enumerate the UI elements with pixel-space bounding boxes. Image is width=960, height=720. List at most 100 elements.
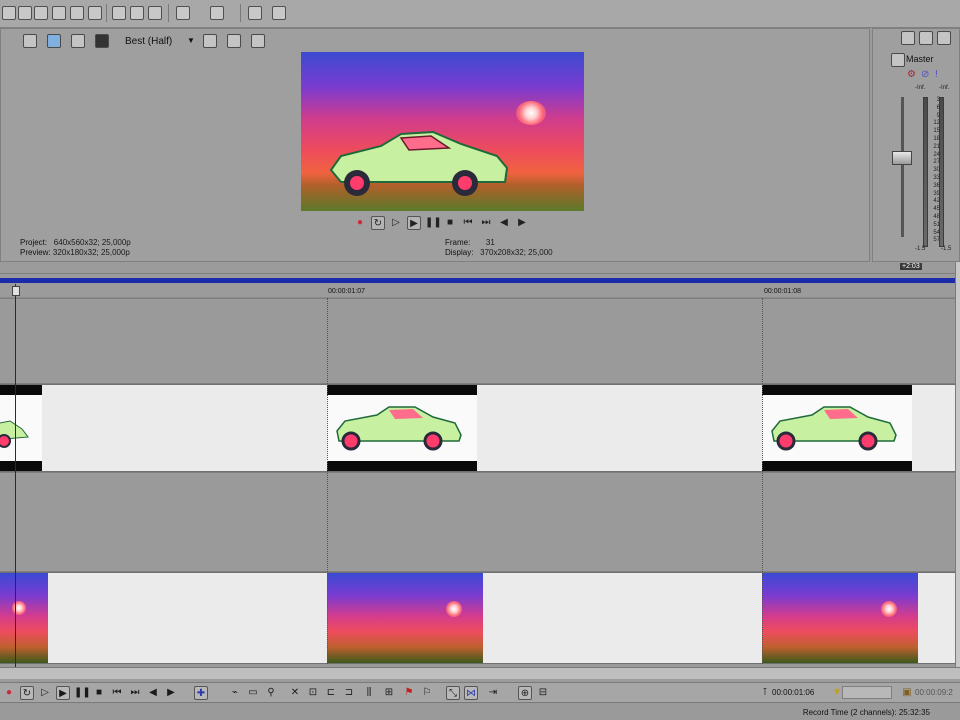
playhead-handle[interactable] [12,286,20,296]
vertical-scrollbar[interactable] [955,262,960,672]
record-icon[interactable]: ● [353,216,367,230]
loop-icon[interactable]: ↻ [371,216,385,230]
timecode-badge: +2:03 [900,263,922,270]
delete-icon[interactable]: ✕ [288,686,302,700]
redo-icon[interactable] [210,6,224,20]
go-to-end-icon[interactable]: ⏭ [479,216,493,230]
stop-icon[interactable]: ■ [92,686,106,700]
envelope-tool-icon[interactable]: ⌁ [228,686,242,700]
auto-crossfade-icon[interactable]: ⋈ [464,686,478,700]
pause-icon[interactable]: ❚❚ [425,216,442,230]
clip-thumbnail[interactable] [762,573,918,663]
meter-scale-label: 18 [933,135,940,142]
empty-track[interactable] [0,472,955,572]
clip-thumbnail[interactable] [762,385,912,471]
help-icon[interactable] [272,6,286,20]
mute-icon[interactable]: ⊘ [921,69,929,80]
meter-scale-label: 24 [933,151,940,158]
enable-snapping-icon[interactable] [248,6,262,20]
master-fader[interactable] [892,151,912,165]
project-info: Project: 640x560x32; 25,000p Preview: 32… [20,238,131,257]
solo-icon[interactable]: ! [935,69,938,80]
next-frame-icon[interactable]: ▶ [164,686,178,700]
render-icon[interactable] [70,6,84,20]
stop-icon[interactable]: ■ [443,216,457,230]
time-ruler[interactable]: 00:00:01:07 00:00:01:08 [0,284,955,298]
preview-quality-select[interactable]: Best (Half) [125,36,172,47]
clip-thumbnail[interactable] [327,573,483,663]
playhead-cursor[interactable] [15,284,16,672]
meter-scale-label: 39 [933,190,940,197]
trim-start-icon[interactable]: ⊏ [324,686,338,700]
meter-scale-label: 3 [936,97,940,103]
empty-track[interactable] [0,298,955,384]
video-track-sky[interactable] [0,572,955,664]
video-track-car[interactable] [0,384,955,472]
record-icon[interactable]: ● [2,686,16,700]
master-icon [891,53,905,67]
marker-icon[interactable]: ⚑ [402,686,416,700]
selection-tool-icon[interactable]: ▭ [246,686,260,700]
meter-scale-label: 51 [933,221,940,228]
split-icon[interactable]: ⫼ [362,686,376,700]
meter-scale-label: 36 [933,182,940,189]
cursor-time[interactable]: 00:00:01:06 [772,688,814,697]
mixer-insert-icon[interactable] [937,31,951,45]
end-time[interactable]: 00:00:09:2 [915,688,953,697]
external-monitor-icon[interactable] [47,34,61,48]
open-folder-icon[interactable] [18,6,32,20]
copy-icon[interactable] [130,6,144,20]
selection-length-field[interactable] [842,686,892,699]
cut-icon[interactable] [112,6,126,20]
loop-region-bar[interactable] [0,278,955,283]
play-from-start-icon[interactable]: ▷ [389,216,403,230]
preview-properties-icon[interactable] [23,34,37,48]
normal-edit-tool-icon[interactable]: ✚ [194,686,208,700]
fx-icon[interactable]: ⚙ [907,69,916,80]
loop-icon[interactable]: ↻ [20,686,34,700]
meter-scale-label: 45 [933,206,940,213]
pause-icon[interactable]: ❚❚ [74,686,91,700]
ignore-grouping-icon[interactable]: ⤡ [446,686,460,700]
split-screen-icon[interactable] [71,34,85,48]
mixer-view-icon[interactable] [919,31,933,45]
undo-icon[interactable] [176,6,190,20]
save-snapshot-icon[interactable] [251,34,265,48]
next-frame-icon[interactable]: ▶ [515,216,529,230]
trim-end-icon[interactable]: ⊐ [342,686,356,700]
go-to-end-icon[interactable]: ⏭ [128,686,142,700]
zoom-tool-icon[interactable]: ⚲ [264,686,278,700]
play-from-start-icon[interactable]: ▷ [38,686,52,700]
properties-icon[interactable] [88,6,102,20]
region-icon[interactable]: ⚐ [420,686,434,700]
clip-thumbnail[interactable] [0,385,42,471]
auto-ripple-icon[interactable]: ⇥ [486,686,500,700]
ruler-label: 00:00:01:08 [764,288,801,295]
lock-envelopes-icon[interactable]: ⊕ [518,686,532,700]
previous-frame-icon[interactable]: ◀ [497,216,511,230]
go-to-start-icon[interactable]: ⏮ [110,686,124,700]
paste-icon[interactable] [148,6,162,20]
go-to-start-icon[interactable]: ⏮ [461,216,475,230]
frame-marker [327,298,328,664]
play-icon[interactable]: ▶ [407,216,421,230]
clip-thumbnail[interactable] [327,385,477,471]
copy-snapshot-icon[interactable] [227,34,241,48]
horizontal-scrollbar[interactable] [0,667,960,679]
chevron-down-icon[interactable]: ▼ [187,36,195,45]
preview-frame [301,52,584,211]
play-icon[interactable]: ▶ [56,686,70,700]
snapshot-icon[interactable]: ⊟ [536,686,550,700]
grid-icon[interactable] [203,34,217,48]
new-file-icon[interactable] [2,6,16,20]
trim-icon[interactable]: ⊡ [306,686,320,700]
overlays-icon[interactable] [95,34,109,48]
save-as-icon[interactable] [52,6,66,20]
save-icon[interactable] [34,6,48,20]
previous-frame-icon[interactable]: ◀ [146,686,160,700]
lock-icon[interactable]: ⊞ [382,686,396,700]
mixer-properties-icon[interactable] [901,31,915,45]
fader-track [901,97,904,237]
cursor-position-icon: ⊺ [762,687,768,698]
clip-thumbnail[interactable] [0,573,48,663]
